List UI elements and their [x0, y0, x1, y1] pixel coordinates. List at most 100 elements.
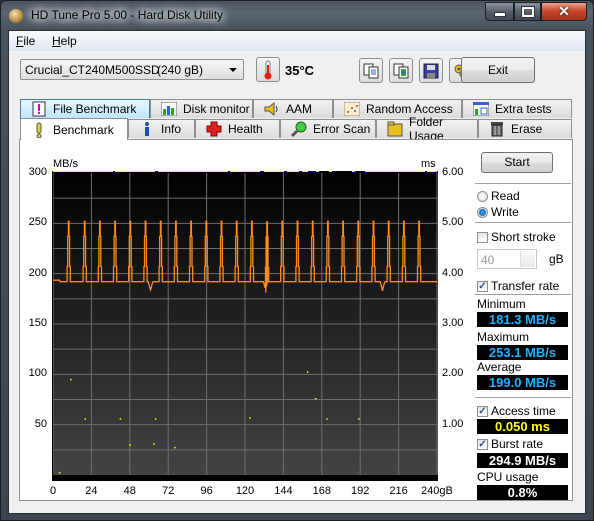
- radio-label: Write: [491, 205, 519, 219]
- drive-select[interactable]: Crucial_CT240M500SSD (240 gB): [20, 59, 244, 80]
- radio-indicator: [477, 190, 488, 202]
- maximize-button[interactable]: [514, 2, 541, 21]
- disk-monitor-icon: [161, 101, 177, 117]
- checkbox-label: Access time: [491, 404, 556, 418]
- spin-value: 40: [481, 253, 495, 267]
- copy-text-button[interactable]: [359, 58, 383, 83]
- separator: [475, 222, 571, 223]
- cpu-usage-readout: 0.8%: [477, 485, 568, 500]
- access-time-point: [306, 371, 309, 373]
- y-tick-left: 50: [34, 417, 47, 430]
- cpu-usage-label: CPU usage: [477, 470, 539, 484]
- burst-rate-checkbox[interactable]: ✓ Burst rate: [477, 437, 543, 451]
- access-time-checkbox[interactable]: ✓ Access time: [477, 404, 556, 418]
- short-stroke-checkbox[interactable]: Short stroke: [477, 230, 556, 244]
- x-tick: 96: [200, 485, 213, 497]
- drive-name: Crucial_CT240M500SSD: [25, 63, 160, 77]
- speaker-icon: [264, 101, 280, 117]
- x-tick: 24: [85, 485, 98, 497]
- y-tick-right: 3.00: [442, 317, 464, 329]
- info-icon: [139, 121, 155, 137]
- access-time-point: [129, 444, 131, 446]
- close-button[interactable]: ✕: [541, 2, 587, 21]
- tab-label: File Benchmark: [53, 102, 137, 116]
- tab-label: Error Scan: [313, 122, 371, 136]
- y-tick-left: 250: [28, 216, 47, 229]
- file-benchmark-icon: [31, 101, 47, 117]
- access-time-point: [326, 418, 328, 420]
- average-label: Average: [477, 360, 522, 374]
- tab-error-scan[interactable]: Error Scan: [280, 119, 376, 138]
- access-time-point: [249, 417, 251, 419]
- x-tick: 216: [389, 485, 408, 497]
- tab-extra-tests[interactable]: Extra tests: [462, 99, 572, 118]
- y-tick-right: 6.00: [442, 166, 464, 178]
- plot-bottom-band: [52, 475, 438, 481]
- radio-indicator-selected: [477, 206, 488, 218]
- x-tick: 72: [162, 485, 175, 497]
- tab-benchmark[interactable]: Benchmark: [20, 118, 128, 140]
- y-axis-left-label: MB/s: [53, 158, 79, 170]
- minimize-button[interactable]: [485, 2, 514, 21]
- menu-bar: File Help: [9, 31, 585, 51]
- minimize-icon: [493, 12, 506, 17]
- tab-label: Health: [228, 122, 263, 136]
- chevron-down-icon: [229, 68, 237, 72]
- tab-disk-monitor[interactable]: Disk monitor: [150, 99, 253, 118]
- access-time-point: [70, 378, 72, 381]
- tab-label: Erase: [511, 122, 543, 136]
- maximum-readout: 253.1 MB/s: [477, 345, 568, 360]
- copy-screenshot-button[interactable]: [389, 58, 413, 83]
- toolbar: Crucial_CT240M500SSD (240 gB) 35°C Exit: [9, 51, 585, 91]
- access-time-point: [84, 418, 86, 420]
- menu-file[interactable]: File: [16, 34, 35, 48]
- tab-label: Random Access: [366, 102, 453, 116]
- title-bar[interactable]: HD Tune Pro 5.00 - Hard Disk Utility ✕: [1, 1, 594, 31]
- separator: [475, 397, 571, 398]
- read-radio[interactable]: Read: [477, 189, 520, 203]
- app-window: HD Tune Pro 5.00 - Hard Disk Utility ✕ F…: [0, 0, 594, 521]
- tab-health[interactable]: Health: [195, 119, 280, 138]
- transfer-rate-checkbox[interactable]: ✓ Transfer rate: [477, 279, 559, 293]
- window-title: HD Tune Pro 5.00 - Hard Disk Utility: [31, 8, 224, 22]
- access-time-point: [58, 471, 61, 474]
- separator: [475, 294, 571, 295]
- random-access-icon: [344, 101, 360, 117]
- transfer-rate-chart: [52, 171, 438, 481]
- tab-file-benchmark[interactable]: File Benchmark: [20, 99, 150, 118]
- save-button[interactable]: [419, 58, 443, 83]
- write-radio[interactable]: Write: [477, 205, 519, 219]
- start-button[interactable]: Start: [481, 152, 553, 173]
- radio-label: Read: [491, 189, 520, 203]
- y-tick-left: 100: [28, 367, 47, 380]
- y-tick-right: 1.00: [442, 417, 464, 430]
- temperature-button[interactable]: [256, 57, 280, 82]
- copy-text-icon: [363, 63, 379, 78]
- close-icon: ✕: [558, 3, 570, 19]
- maximize-icon: [520, 5, 535, 18]
- access-time-point: [154, 418, 157, 420]
- short-stroke-size-input[interactable]: 40: [477, 249, 537, 269]
- spin-arrows-icon[interactable]: [520, 251, 535, 267]
- minimum-label: Minimum: [477, 297, 526, 311]
- menu-help[interactable]: Help: [52, 34, 77, 48]
- thermometer-icon: [264, 60, 272, 79]
- checkmark-icon: ✓: [477, 405, 488, 417]
- checkbox-box: [477, 231, 488, 243]
- magnifier-icon: [291, 121, 307, 137]
- x-tick: 240gB: [421, 485, 453, 497]
- tab-folder-usage[interactable]: Folder Usage: [376, 115, 478, 143]
- burst-rate-readout: 294.9 MB/s: [477, 453, 568, 468]
- save-icon: [423, 63, 439, 78]
- tab-erase[interactable]: Erase: [478, 119, 572, 138]
- tab-label: Extra tests: [495, 102, 552, 116]
- exclamation-icon: [31, 122, 47, 138]
- tab-label: Info: [161, 122, 182, 136]
- y-tick-left: 200: [28, 266, 47, 279]
- access-time-readout: 0.050 ms: [477, 419, 568, 434]
- tab-label: Benchmark: [53, 122, 114, 137]
- x-tick: 192: [351, 485, 370, 497]
- tab-aam[interactable]: AAM: [253, 99, 333, 118]
- tab-info[interactable]: Info: [128, 119, 195, 138]
- exit-button[interactable]: Exit: [461, 57, 535, 83]
